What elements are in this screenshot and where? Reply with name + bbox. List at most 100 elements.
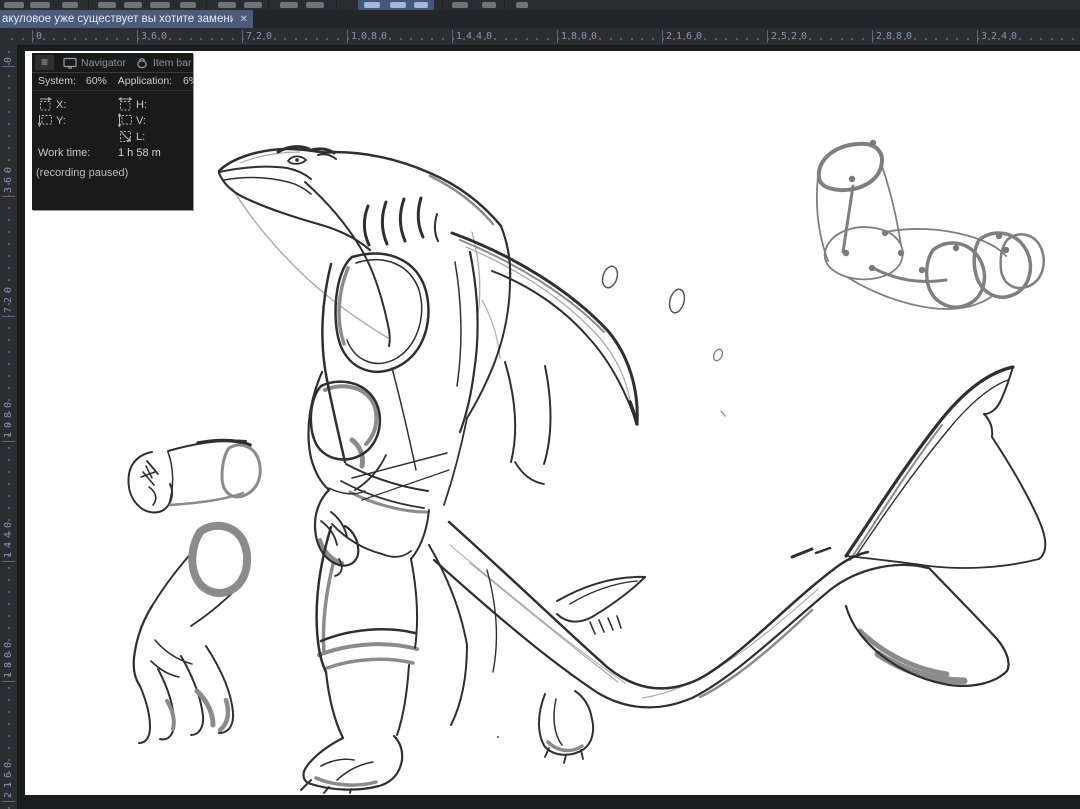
info-panel-header: ≡ Navigator Item bar — [32, 53, 193, 73]
ruler-tick — [756, 38, 759, 40]
toolbar-icon[interactable] — [30, 2, 50, 8]
toolbar-icon[interactable] — [244, 2, 262, 8]
ruler-tick — [189, 38, 192, 40]
ruler-label: 1800 — [3, 637, 14, 678]
ruler-tick — [74, 38, 76, 40]
toolbar-icon[interactable] — [280, 2, 298, 8]
ruler-tick — [179, 38, 181, 40]
ruler-tick — [620, 38, 622, 40]
ruler-tick — [956, 38, 958, 40]
ruler-tick — [8, 747, 10, 749]
ruler-major-tick — [2, 66, 15, 67]
ruler-major-tick — [2, 801, 15, 802]
ruler-label: 1440 — [456, 31, 497, 42]
ruler-major-tick — [2, 681, 15, 682]
toolbar-icon[interactable] — [62, 2, 78, 8]
ruler-tick — [336, 38, 339, 40]
ruler-tick — [8, 327, 10, 329]
application-usage-value: 6% — [183, 75, 193, 87]
ruler-tick — [851, 38, 853, 40]
toolbar-icon[interactable] — [516, 2, 528, 8]
info-panel: ≡ Navigator Item bar System: 60% Applica… — [32, 53, 193, 210]
ruler-tick — [515, 38, 517, 40]
y-coordinate-icon — [38, 115, 52, 128]
toolbar-icon[interactable] — [390, 2, 406, 8]
tube-arm-study — [816, 139, 1045, 310]
coord-field-v: V: — [118, 113, 146, 128]
toolbar-icon[interactable] — [306, 2, 324, 8]
ruler-major-tick — [872, 30, 873, 43]
coord-field-label: X: — [56, 98, 67, 111]
ruler-tick — [8, 471, 10, 473]
ruler-tick — [525, 38, 528, 40]
ruler-tick — [8, 267, 10, 269]
toolbar-icon[interactable] — [150, 2, 170, 8]
ruler-tick — [8, 63, 10, 65]
toolbar-icon[interactable] — [364, 2, 380, 8]
ruler-tick — [8, 99, 10, 101]
toolbar-icon[interactable] — [98, 2, 116, 8]
ruler-tick — [8, 507, 10, 509]
ruler-label: 1800 — [561, 31, 602, 42]
tab-close-icon[interactable]: ✕ — [240, 14, 248, 25]
ruler-tick — [84, 38, 87, 40]
ruler-tick — [630, 38, 633, 40]
ruler-major-tick — [347, 30, 348, 43]
toolbar-icon[interactable] — [124, 2, 142, 8]
app-window: акуловое уже существует вы хотите замени… — [0, 0, 1080, 809]
ruler-major-tick — [32, 30, 33, 43]
coord-field-x: X: — [38, 97, 66, 112]
panel-tab-item-bar[interactable]: Item bar — [135, 56, 191, 69]
panel-menu-button[interactable]: ≡ — [35, 55, 54, 70]
ruler-major-tick — [137, 30, 138, 43]
ruler-tick — [8, 111, 10, 113]
ruler-tick — [8, 123, 10, 125]
ruler-tick — [966, 38, 969, 40]
ruler-tick — [924, 38, 927, 40]
toolbar-icon[interactable] — [452, 2, 468, 8]
document-tab[interactable]: акуловое уже существует вы хотите замени… — [0, 10, 253, 28]
ruler-tick — [210, 38, 213, 40]
ruler-tick — [830, 38, 832, 40]
ruler-tick — [8, 231, 10, 233]
ruler-tick — [8, 567, 10, 569]
ruler-tick — [305, 38, 307, 40]
ruler-tick — [8, 375, 10, 377]
ruler-tick — [8, 351, 10, 353]
ruler-tick — [714, 38, 717, 40]
ruler-tick — [11, 38, 13, 40]
ruler-tick — [945, 38, 948, 40]
ruler-tick — [504, 38, 507, 40]
ruler-tick — [8, 735, 10, 737]
coord-field-label: L: — [136, 130, 146, 143]
ruler-tick — [8, 603, 10, 605]
coord-field-label: H: — [136, 98, 147, 111]
ruler-tick — [8, 627, 10, 629]
toolbar-separator — [442, 0, 443, 10]
ruler-tick — [8, 711, 10, 713]
ruler-label: 0 — [3, 52, 14, 63]
ruler-tick — [8, 591, 10, 593]
ruler-tick — [326, 38, 328, 40]
tube-arm-joint-dots — [842, 139, 1010, 274]
ruler-tick — [8, 483, 10, 485]
ruler-tick — [8, 699, 10, 701]
toolbar-separator — [504, 0, 505, 10]
ruler-tick — [746, 38, 748, 40]
toolbar-icon[interactable] — [414, 2, 428, 8]
ruler-tick — [8, 87, 10, 89]
ruler-tick — [819, 38, 822, 40]
toolbar-icon[interactable] — [180, 2, 196, 8]
ruler-label: 720 — [246, 31, 277, 42]
document-tab-bar: акуловое уже существует вы хотите замени… — [0, 10, 1080, 28]
toolbar-icon[interactable] — [482, 2, 496, 8]
toolbar-icon[interactable] — [4, 2, 24, 8]
ruler-tick — [63, 38, 66, 40]
sketch-ink-lines — [217, 145, 1047, 794]
ruler-tick — [441, 38, 444, 40]
ruler-tick — [8, 243, 10, 245]
ruler-tick — [935, 38, 937, 40]
system-usage-value: 60% — [85, 75, 107, 87]
toolbar-icon[interactable] — [218, 2, 236, 8]
panel-tab-navigator[interactable]: Navigator — [63, 57, 126, 69]
